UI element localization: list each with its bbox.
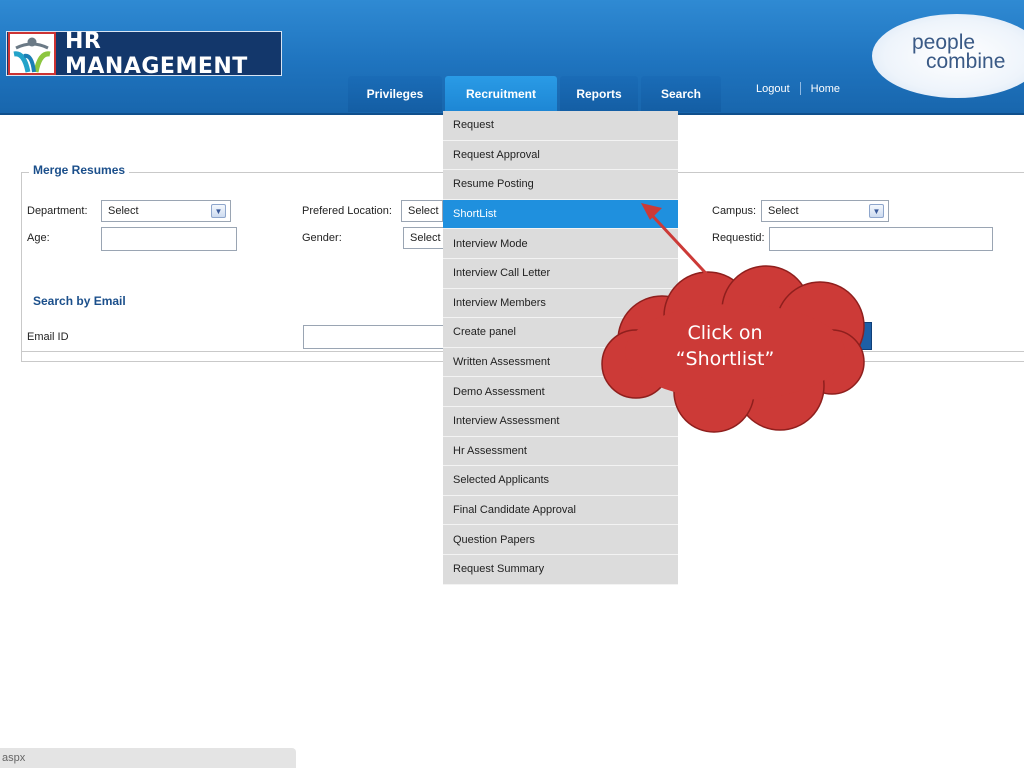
menu-item-request-approval[interactable]: Request Approval: [443, 141, 678, 171]
department-select[interactable]: Select ▼: [101, 200, 231, 222]
email-label: Email ID: [27, 331, 69, 343]
campus-select-value: Select: [768, 205, 799, 217]
location-select[interactable]: Select: [401, 200, 443, 222]
callout-line-1: Click on: [687, 322, 763, 344]
department-label: Department:: [27, 205, 88, 217]
menu-item-interview-assessment[interactable]: Interview Assessment: [443, 407, 678, 437]
home-link[interactable]: Home: [811, 83, 840, 95]
campus-label: Campus:: [712, 205, 757, 217]
menu-item-shortlist[interactable]: ShortList: [443, 199, 678, 230]
menu-item-interview-members[interactable]: Interview Members: [443, 289, 678, 319]
callout-line-2: “Shortlist”: [675, 348, 775, 370]
status-text: aspx: [2, 752, 26, 764]
menu-item-resume-posting[interactable]: Resume Posting: [443, 170, 678, 200]
location-label: Prefered Location:: [302, 205, 392, 217]
menu-item-final-candidate-approval[interactable]: Final Candidate Approval: [443, 496, 678, 526]
menu-item-interview-mode[interactable]: Interview Mode: [443, 229, 678, 259]
menu-item-selected-applicants[interactable]: Selected Applicants: [443, 466, 678, 496]
app-title: HR MANAGEMENT: [65, 28, 248, 79]
gender-select-value: Select: [410, 232, 441, 244]
app-logo[interactable]: HR MANAGEMENT: [6, 28, 282, 79]
menu-item-demo-assessment[interactable]: Demo Assessment: [443, 377, 678, 407]
age-input[interactable]: [101, 227, 237, 251]
brand-line-2: combine: [926, 50, 1006, 73]
callout-text: Click on “Shortlist”: [650, 320, 800, 372]
tab-search[interactable]: Search: [641, 76, 721, 112]
tab-reports[interactable]: Reports: [560, 76, 638, 112]
menu-item-question-papers[interactable]: Question Papers: [443, 525, 678, 555]
location-select-value: Select: [408, 205, 439, 217]
chevron-down-icon[interactable]: ▼: [211, 204, 226, 218]
requestid-input[interactable]: [769, 227, 993, 251]
top-links: Logout Home: [756, 82, 840, 95]
tab-privileges[interactable]: Privileges: [348, 76, 442, 112]
menu-item-request-summary[interactable]: Request Summary: [443, 555, 678, 585]
age-label: Age:: [27, 232, 50, 244]
recruitment-dropdown-menu: Request Request Approval Resume Posting …: [443, 111, 678, 585]
menu-item-create-panel[interactable]: Create panel: [443, 318, 678, 348]
menu-item-written-assessment[interactable]: Written Assessment: [443, 348, 678, 378]
email-input[interactable]: [303, 325, 445, 349]
menu-item-interview-call-letter[interactable]: Interview Call Letter: [443, 259, 678, 289]
people-logo-icon: [8, 32, 56, 75]
campus-select[interactable]: Select ▼: [761, 200, 889, 222]
search-email-button[interactable]: [852, 322, 872, 350]
merge-resumes-legend: Merge Resumes: [29, 163, 130, 177]
logout-link[interactable]: Logout: [756, 83, 790, 95]
requestid-label: Requestid:: [712, 232, 765, 244]
link-divider: [799, 82, 801, 95]
chevron-down-icon[interactable]: ▼: [869, 204, 884, 218]
gender-select[interactable]: Select: [403, 227, 443, 249]
menu-item-request[interactable]: Request: [443, 111, 678, 141]
menu-item-hr-assessment[interactable]: Hr Assessment: [443, 437, 678, 467]
browser-status-bar: aspx: [0, 748, 296, 768]
gender-label: Gender:: [302, 232, 342, 244]
search-by-email-legend: Search by Email: [29, 294, 130, 308]
brand-logo: people combine: [912, 32, 1024, 73]
tab-recruitment[interactable]: Recruitment: [445, 76, 557, 112]
department-select-value: Select: [108, 205, 139, 217]
